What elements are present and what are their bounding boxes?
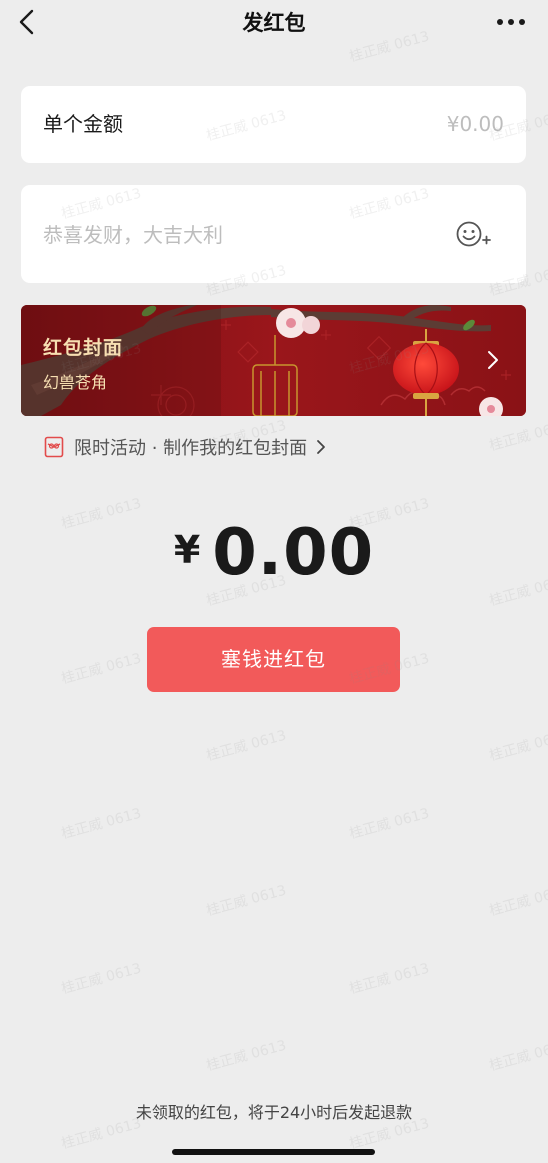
watermark-text: 桂正威 0613 (487, 1037, 548, 1075)
page-title: 发红包 (242, 11, 306, 35)
greeting-input[interactable]: 恭喜发财，大吉大利 (43, 185, 223, 285)
gift-card-icon (44, 436, 64, 458)
total-amount-display: ¥0.00 (0, 516, 548, 590)
emoji-add-icon[interactable] (456, 221, 492, 249)
amount-card: 单个金额 ¥0.00 (21, 86, 526, 163)
watermark-text: 桂正威 0613 (347, 960, 432, 998)
watermark-text: 桂正威 0613 (204, 882, 289, 920)
make-cover-promo-link[interactable]: 限时活动 · 制作我的红包封面 (44, 432, 327, 462)
watermark-text: 桂正威 0613 (59, 650, 144, 688)
watermark-text: 桂正威 0613 (204, 1037, 289, 1075)
cover-name: 幻兽苍角 (43, 373, 108, 392)
amount-input[interactable]: ¥0.00 (447, 86, 504, 163)
total-amount-value: 0.00 (212, 516, 375, 590)
watermark-text: 桂正威 0613 (487, 882, 548, 920)
nav-bar: 发红包 (0, 0, 548, 48)
watermark-text: 桂正威 0613 (487, 727, 548, 765)
watermark-text: 桂正威 0613 (347, 805, 432, 843)
more-dots-icon[interactable] (496, 14, 526, 30)
cover-artwork-image (21, 305, 526, 416)
red-packet-cover-selector[interactable]: 红包封面 幻兽苍角 (21, 305, 526, 416)
greeting-card: 恭喜发财，大吉大利 (21, 185, 526, 283)
amount-label: 单个金额 (43, 112, 123, 136)
refund-notice: 未领取的红包，将于24小时后发起退款 (135, 1103, 413, 1122)
watermark-text: 桂正威 0613 (487, 417, 548, 455)
watermark-text: 桂正威 0613 (59, 960, 144, 998)
chevron-right-icon (488, 351, 498, 369)
put-money-in-button[interactable]: 塞钱进红包 (147, 627, 400, 692)
watermark-text: 桂正威 0613 (59, 805, 144, 843)
chevron-right-icon (317, 440, 326, 454)
total-currency-symbol: ¥ (173, 528, 201, 572)
home-indicator[interactable] (172, 1149, 375, 1155)
watermark-text: 桂正威 0613 (204, 727, 289, 765)
cover-title: 红包封面 (43, 337, 124, 359)
promo-text: 限时活动 · 制作我的红包封面 (74, 438, 308, 459)
